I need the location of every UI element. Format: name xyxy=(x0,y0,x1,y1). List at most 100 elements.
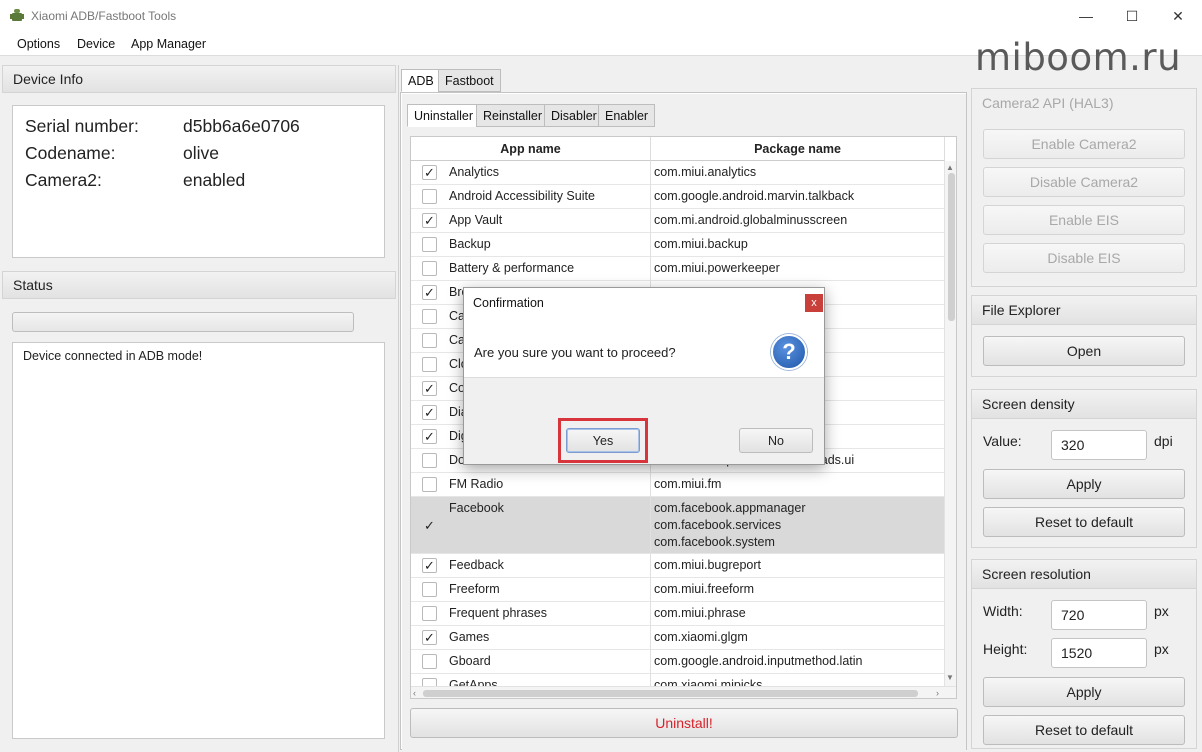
tab-adb[interactable]: ADB xyxy=(401,69,441,92)
tab-disabler[interactable]: Disabler xyxy=(544,104,604,127)
device-info-header: Device Info xyxy=(2,65,396,93)
codename-value: olive xyxy=(183,143,219,163)
uninstall-button[interactable]: Uninstall! xyxy=(410,708,958,738)
menu-options[interactable]: Options xyxy=(17,37,60,51)
app-name-cell: FM Radio xyxy=(449,477,504,491)
resolution-apply-button[interactable]: Apply xyxy=(983,677,1185,707)
scroll-up-icon[interactable]: ▲ xyxy=(946,163,954,172)
table-row[interactable]: Android Accessibility Suite com.google.an… xyxy=(411,185,945,209)
yes-button[interactable]: Yes xyxy=(566,428,640,453)
density-unit: dpi xyxy=(1154,433,1173,449)
row-checkbox[interactable]: ✓ xyxy=(422,381,437,396)
status-progress-bar xyxy=(12,312,354,332)
table-row[interactable]: ✓ Feedback com.miui.bugreport xyxy=(411,554,945,578)
menu-app-manager[interactable]: App Manager xyxy=(131,37,206,51)
dialog-close-button[interactable]: x xyxy=(805,294,823,312)
row-checkbox[interactable]: ✓ xyxy=(422,558,437,573)
status-header: Status xyxy=(2,271,396,299)
row-checkbox[interactable]: ✓ xyxy=(422,518,437,533)
package-name-cell: com.miui.analytics xyxy=(654,165,757,179)
row-checkbox[interactable]: ✓ xyxy=(422,165,437,180)
density-reset-button[interactable]: Reset to default xyxy=(983,507,1185,537)
tab-fastboot[interactable]: Fastboot xyxy=(438,69,501,92)
enable-eis-button[interactable]: Enable EIS xyxy=(983,205,1185,235)
height-label: Height: xyxy=(983,641,1028,657)
column-divider xyxy=(650,554,651,578)
table-row[interactable]: Battery & performance com.miui.powerkeepe… xyxy=(411,257,945,281)
table-row[interactable]: Freeform com.miui.freeform xyxy=(411,578,945,602)
tab-uninstaller[interactable]: Uninstaller xyxy=(407,104,481,127)
scroll-right-icon[interactable]: › xyxy=(936,688,939,698)
close-button[interactable]: ✕ xyxy=(1155,0,1201,32)
screen-resolution-group: Screen resolution Width: 720 px Height: … xyxy=(971,559,1197,749)
height-input[interactable]: 1520 xyxy=(1051,638,1147,668)
table-row[interactable]: ✓ Facebook com.facebook.appmanager com.fac… xyxy=(411,497,945,554)
screen-resolution-header: Screen resolution xyxy=(972,560,1196,589)
table-row[interactable]: Backup com.miui.backup xyxy=(411,233,945,257)
row-checkbox[interactable] xyxy=(422,189,437,204)
density-apply-button[interactable]: Apply xyxy=(983,469,1185,499)
table-row[interactable]: Gboard com.google.android.inputmethod.lat… xyxy=(411,650,945,674)
status-log-text: Device connected in ADB mode! xyxy=(23,349,203,363)
window-title: Xiaomi ADB/Fastboot Tools xyxy=(31,9,177,23)
tab-reinstaller[interactable]: Reinstaller xyxy=(476,104,550,127)
width-input[interactable]: 720 xyxy=(1051,600,1147,630)
screen-density-group: Screen density Value: 320 dpi Apply Rese… xyxy=(971,389,1197,548)
tab-enabler[interactable]: Enabler xyxy=(598,104,656,127)
screen-density-header: Screen density xyxy=(972,390,1196,419)
package-name-cell: com.miui.bugreport xyxy=(654,558,761,572)
camera2-title: Camera2 API (HAL3) xyxy=(982,95,1114,111)
row-checkbox[interactable] xyxy=(422,237,437,252)
status-log: Device connected in ADB mode! xyxy=(12,342,385,739)
vertical-scrollbar[interactable]: ▲ ▼ xyxy=(944,161,956,686)
row-checkbox[interactable] xyxy=(422,357,437,372)
scroll-left-icon[interactable]: ‹ xyxy=(413,688,416,698)
column-divider xyxy=(650,626,651,650)
table-row[interactable]: ✓ Games com.xiaomi.glgm xyxy=(411,626,945,650)
table-row[interactable]: FM Radio com.miui.fm xyxy=(411,473,945,497)
enable-camera2-button[interactable]: Enable Camera2 xyxy=(983,129,1185,159)
column-divider xyxy=(650,497,651,554)
row-checkbox[interactable]: ✓ xyxy=(422,285,437,300)
menu-device[interactable]: Device xyxy=(77,37,115,51)
row-checkbox[interactable] xyxy=(422,582,437,597)
row-checkbox[interactable] xyxy=(422,333,437,348)
file-explorer-title: File Explorer xyxy=(982,302,1061,318)
scroll-down-icon[interactable]: ▼ xyxy=(946,673,954,682)
table-row[interactable]: ✓ Analytics com.miui.analytics xyxy=(411,161,945,185)
row-checkbox[interactable] xyxy=(422,309,437,324)
row-checkbox[interactable]: ✓ xyxy=(422,429,437,444)
resolution-reset-button[interactable]: Reset to default xyxy=(983,715,1185,745)
row-checkbox[interactable] xyxy=(422,606,437,621)
maximize-button[interactable]: ☐ xyxy=(1109,0,1155,32)
row-checkbox[interactable] xyxy=(422,453,437,468)
no-button[interactable]: No xyxy=(739,428,813,453)
column-header-package-name[interactable]: Package name xyxy=(651,137,945,161)
row-checkbox[interactable]: ✓ xyxy=(422,405,437,420)
table-row[interactable]: Frequent phrases com.miui.phrase xyxy=(411,602,945,626)
row-checkbox[interactable] xyxy=(422,261,437,276)
disable-camera2-button[interactable]: Disable Camera2 xyxy=(983,167,1185,197)
horizontal-scrollbar[interactable]: ‹ › xyxy=(411,686,956,698)
minimize-button[interactable]: — xyxy=(1063,0,1109,32)
row-checkbox[interactable]: ✓ xyxy=(422,213,437,228)
density-input[interactable]: 320 xyxy=(1051,430,1147,460)
camera2-value: enabled xyxy=(183,170,246,190)
open-button[interactable]: Open xyxy=(983,336,1185,366)
horizontal-scroll-thumb[interactable] xyxy=(423,690,918,697)
row-checkbox[interactable] xyxy=(422,477,437,492)
table-row[interactable]: ✓ App Vault com.mi.android.globalminusscre… xyxy=(411,209,945,233)
question-icon: ? xyxy=(771,334,807,370)
column-divider xyxy=(650,209,651,233)
app-name-cell: Games xyxy=(449,630,490,644)
row-checkbox[interactable] xyxy=(422,654,437,669)
dialog-title: Confirmation xyxy=(473,296,544,310)
column-header-app-name[interactable]: App name xyxy=(411,137,651,161)
package-name-cell: com.miui.powerkeeper xyxy=(654,261,780,275)
package-name-cell: com.mi.android.globalminusscreen xyxy=(654,213,848,227)
disable-eis-button[interactable]: Disable EIS xyxy=(983,243,1185,273)
watermark: miboom.ru xyxy=(975,36,1182,79)
vertical-scroll-thumb[interactable] xyxy=(948,173,955,321)
column-divider xyxy=(650,602,651,626)
row-checkbox[interactable]: ✓ xyxy=(422,630,437,645)
